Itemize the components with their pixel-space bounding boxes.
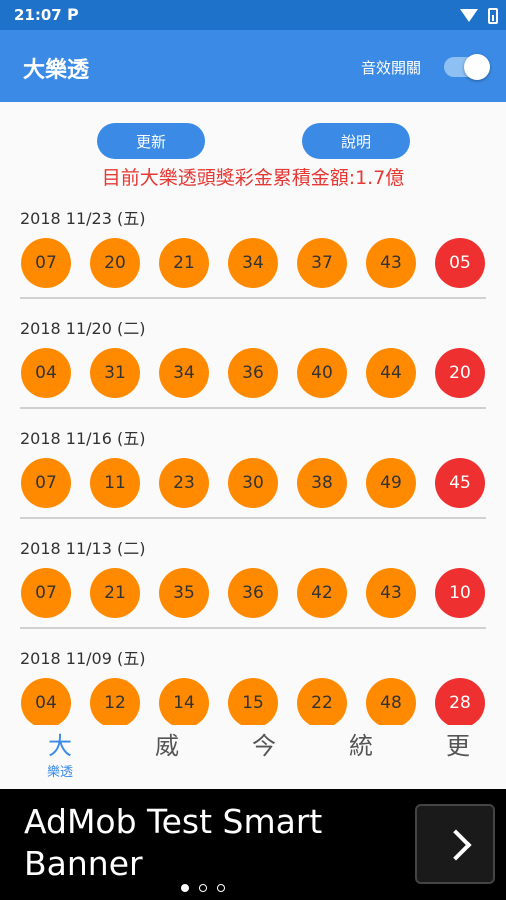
draw-date: 2018 11/09 (五) bbox=[20, 649, 146, 668]
number-ball: 07 bbox=[21, 238, 71, 288]
sound-toggle[interactable] bbox=[444, 54, 490, 80]
page-dot bbox=[217, 884, 225, 892]
number-ball: 49 bbox=[366, 458, 416, 508]
special-number-ball: 20 bbox=[435, 348, 485, 398]
draw-date: 2018 11/16 (五) bbox=[20, 429, 146, 448]
nav-tab-4[interactable]: 更 bbox=[408, 731, 506, 761]
draw-list[interactable]: 2018 11/23 (五) 07 20 21 34 37 43 05 2018 11/20 (… bbox=[0, 195, 506, 725]
draw-date: 2018 11/13 (二) bbox=[20, 539, 146, 558]
divider bbox=[20, 627, 486, 629]
special-number-ball: 45 bbox=[435, 458, 485, 508]
app-title: 大樂透 bbox=[23, 58, 90, 83]
number-ball: 36 bbox=[228, 568, 278, 618]
number-ball: 11 bbox=[90, 458, 140, 508]
number-ball: 14 bbox=[159, 678, 209, 725]
special-number-ball: 10 bbox=[435, 568, 485, 618]
status-time: 21:07 bbox=[14, 6, 62, 24]
number-ball: 21 bbox=[159, 238, 209, 288]
draw-row: 2018 11/16 (五) 07 11 23 30 38 49 45 bbox=[0, 415, 506, 525]
number-ball: 20 bbox=[90, 238, 140, 288]
number-ball: 07 bbox=[21, 568, 71, 618]
number-balls: 07 21 35 36 42 43 10 bbox=[21, 568, 504, 618]
number-ball: 15 bbox=[228, 678, 278, 725]
wifi-icon bbox=[460, 9, 478, 22]
number-ball: 48 bbox=[366, 678, 416, 725]
nav-tab-2[interactable]: 今 bbox=[214, 731, 314, 761]
bottom-nav: 大樂透 威 今 統 更 bbox=[0, 725, 506, 789]
number-ball: 04 bbox=[21, 348, 71, 398]
nav-tab-glyph: 威 bbox=[155, 732, 179, 760]
number-ball: 31 bbox=[90, 348, 140, 398]
nav-tab-3[interactable]: 統 bbox=[311, 731, 411, 761]
toggle-knob bbox=[464, 54, 490, 80]
nav-tab-1[interactable]: 威 bbox=[117, 731, 217, 761]
number-ball: 43 bbox=[366, 568, 416, 618]
divider bbox=[20, 517, 486, 519]
number-balls: 04 31 34 36 40 44 20 bbox=[21, 348, 504, 398]
nav-tab-glyph: 更 bbox=[446, 732, 470, 760]
ad-banner[interactable]: AdMob Test Smart Banner bbox=[0, 789, 506, 900]
draw-row: 2018 11/20 (二) 04 31 34 36 40 44 20 bbox=[0, 305, 506, 415]
page-dot bbox=[181, 884, 189, 892]
number-ball: 34 bbox=[159, 348, 209, 398]
number-ball: 37 bbox=[297, 238, 347, 288]
number-balls: 04 12 14 15 22 48 28 bbox=[21, 678, 504, 725]
jackpot-text: 目前大樂透頭獎彩金累積金額:1.7億 bbox=[101, 167, 405, 189]
nav-tab-glyph: 今 bbox=[252, 732, 276, 760]
nav-tab-glyph: 大 bbox=[48, 732, 72, 760]
battery-icon bbox=[488, 8, 498, 24]
number-ball: 36 bbox=[228, 348, 278, 398]
sound-toggle-label: 音效開關 bbox=[361, 59, 422, 77]
ad-text[interactable]: AdMob Test Smart Banner bbox=[24, 801, 404, 885]
draw-row: 2018 11/23 (五) 07 20 21 34 37 43 05 bbox=[0, 195, 506, 305]
special-number-ball: 28 bbox=[435, 678, 485, 725]
ad-open-button[interactable] bbox=[415, 804, 495, 884]
number-ball: 04 bbox=[21, 678, 71, 725]
draw-row: 2018 11/13 (二) 07 21 35 36 42 43 10 bbox=[0, 525, 506, 635]
number-ball: 35 bbox=[159, 568, 209, 618]
number-ball: 38 bbox=[297, 458, 347, 508]
number-balls: 07 20 21 34 37 43 05 bbox=[21, 238, 504, 288]
number-ball: 40 bbox=[297, 348, 347, 398]
special-number-ball: 05 bbox=[435, 238, 485, 288]
status-bar: 21:07 P bbox=[0, 0, 506, 30]
chevron-right-icon bbox=[440, 829, 472, 861]
ad-page-indicator bbox=[181, 884, 235, 892]
number-ball: 21 bbox=[90, 568, 140, 618]
number-ball: 44 bbox=[366, 348, 416, 398]
draw-date: 2018 11/20 (二) bbox=[20, 319, 146, 338]
parking-notification-icon: P bbox=[67, 5, 79, 24]
nav-tab-label: 樂透 bbox=[46, 765, 73, 780]
divider bbox=[20, 297, 486, 299]
number-ball: 23 bbox=[159, 458, 209, 508]
help-button[interactable]: 說明 bbox=[302, 123, 410, 159]
number-ball: 22 bbox=[297, 678, 347, 725]
page-dot bbox=[199, 884, 207, 892]
number-ball: 43 bbox=[366, 238, 416, 288]
number-ball: 07 bbox=[21, 458, 71, 508]
update-button[interactable]: 更新 bbox=[97, 123, 205, 159]
number-ball: 12 bbox=[90, 678, 140, 725]
nav-tab-glyph: 統 bbox=[349, 732, 373, 760]
draw-row: 2018 11/09 (五) 04 12 14 15 22 48 28 bbox=[0, 635, 506, 725]
number-balls: 07 11 23 30 38 49 45 bbox=[21, 458, 504, 508]
app-bar: 大樂透 音效開關 bbox=[0, 30, 506, 102]
draw-date: 2018 11/23 (五) bbox=[20, 209, 146, 228]
number-ball: 34 bbox=[228, 238, 278, 288]
number-ball: 30 bbox=[228, 458, 278, 508]
nav-tab-0[interactable]: 大樂透 bbox=[10, 731, 110, 780]
divider bbox=[20, 407, 486, 409]
number-ball: 42 bbox=[297, 568, 347, 618]
